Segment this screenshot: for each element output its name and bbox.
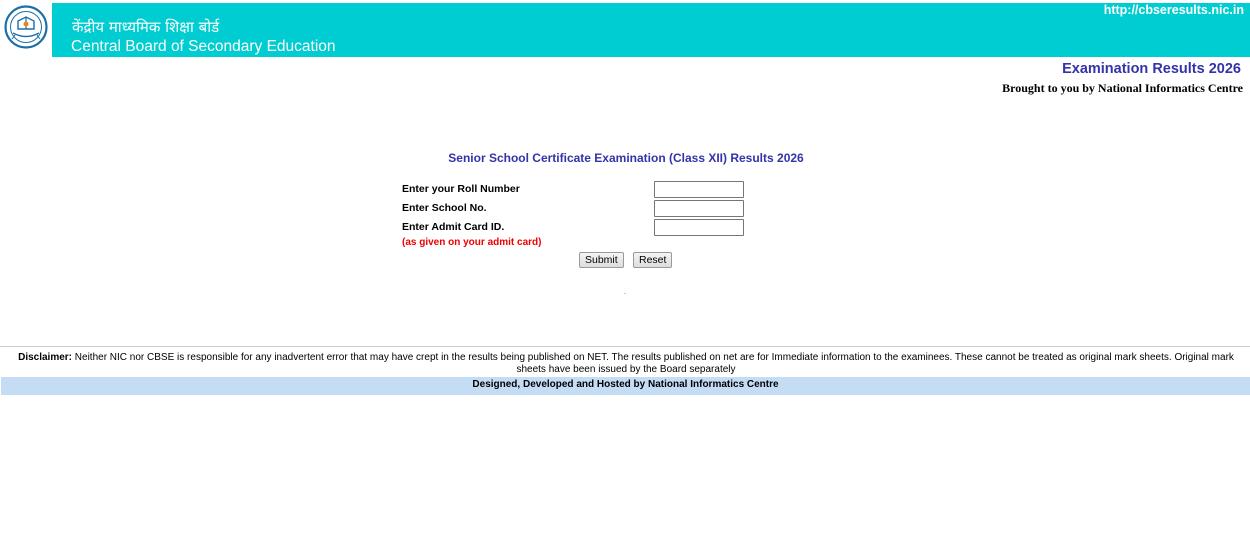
header-banner: केंद्रीय माध्यमिक शिक्षा बोर्ड Central B… <box>52 3 1250 57</box>
site-url: http://cbseresults.nic.in <box>1103 3 1244 17</box>
admit-card-input[interactable] <box>654 219 744 236</box>
board-name-hindi: केंद्रीय माध्यमिक शिक्षा बोर्ड <box>72 18 220 36</box>
footer-divider <box>0 346 1250 347</box>
disclaimer-label: Disclaimer: <box>18 352 73 363</box>
admit-card-note: (as given on your admit card) <box>402 237 542 248</box>
board-name-english: Central Board of Secondary Education <box>71 38 336 55</box>
form-title: Senior School Certificate Examination (C… <box>448 151 804 165</box>
exam-results-title: Examination Results 2026 <box>1062 61 1241 77</box>
school-no-input[interactable] <box>654 200 744 217</box>
roll-number-label: Enter your Roll Number <box>402 183 520 195</box>
cbse-logo <box>0 0 52 58</box>
disclaimer: Disclaimer: Neither NIC nor CBSE is resp… <box>5 352 1247 375</box>
school-no-label: Enter School No. <box>402 202 487 214</box>
submit-button[interactable]: Submit <box>579 252 624 268</box>
disclaimer-text: Neither NIC nor CBSE is responsible for … <box>72 352 1234 375</box>
brought-by-text: Brought to you by National Informatics C… <box>1002 81 1243 95</box>
designed-by-text: Designed, Developed and Hosted by Nation… <box>472 379 779 390</box>
admit-card-label: Enter Admit Card ID. <box>402 221 505 233</box>
cbse-emblem-icon <box>4 4 48 54</box>
designed-by-bar: Designed, Developed and Hosted by Nation… <box>1 377 1250 395</box>
spacer-dot <box>624 293 626 294</box>
roll-number-input[interactable] <box>654 181 744 198</box>
header: केंद्रीय माध्यमिक शिक्षा बोर्ड Central B… <box>0 0 1250 58</box>
reset-button[interactable]: Reset <box>633 252 673 268</box>
